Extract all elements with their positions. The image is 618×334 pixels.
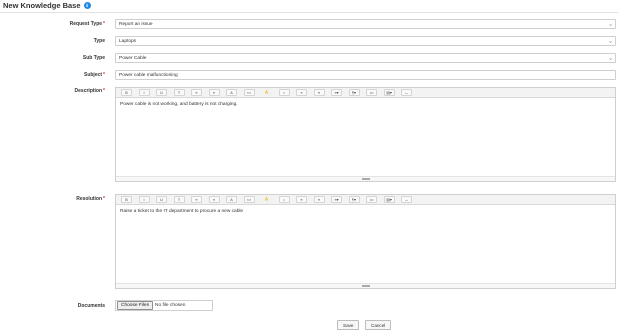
highlight-icon[interactable]: A bbox=[261, 196, 272, 203]
request-type-value: Report an issue bbox=[119, 21, 153, 27]
resize-handle[interactable] bbox=[116, 176, 615, 181]
info-icon[interactable]: i bbox=[83, 2, 91, 9]
required-marker: * bbox=[103, 21, 105, 27]
align-button[interactable]: ≡ bbox=[208, 89, 220, 96]
paragraph-dropdown-button[interactable]: ¶▾ bbox=[348, 89, 360, 96]
chevron-down-icon: ⌄ bbox=[607, 56, 613, 61]
table-dropdown-button[interactable]: ▤▾ bbox=[383, 89, 395, 96]
type-select[interactable]: Laptops ⌄ bbox=[115, 36, 616, 46]
request-type-label: Request Type* bbox=[69, 21, 105, 27]
bullet-button[interactable]: • bbox=[278, 89, 290, 96]
table-dropdown-button[interactable]: ▤▾ bbox=[383, 196, 395, 203]
chevron-down-icon: ⌄ bbox=[607, 39, 613, 44]
resolution-toolbar: B I U T ≡ ≡ A <> A • ≡ ≡ ≡▾ ¶▾ ▭ ▤▾ ↔ bbox=[116, 195, 615, 205]
file-status: No file chosen bbox=[155, 303, 186, 308]
code-button[interactable]: <> bbox=[243, 196, 255, 203]
image-button[interactable]: ▭ bbox=[366, 89, 377, 96]
font-button[interactable]: T bbox=[173, 196, 185, 203]
required-marker: * bbox=[103, 196, 105, 202]
title-divider bbox=[0, 12, 618, 13]
highlight-icon[interactable]: A bbox=[261, 89, 272, 96]
page-title-text: New Knowledge Base bbox=[3, 1, 81, 10]
align-dropdown-button[interactable]: ≡▾ bbox=[331, 196, 342, 203]
text-style-button[interactable]: A bbox=[226, 196, 237, 203]
description-toolbar: B I U T ≡ ≡ A <> A • ≡ ≡ ≡▾ ¶▾ ▭ ▤▾ ↔ bbox=[116, 88, 615, 98]
subject-label: Subject* bbox=[83, 72, 105, 78]
save-button[interactable]: Save bbox=[337, 320, 360, 330]
type-value: Laptops bbox=[119, 38, 137, 44]
required-marker: * bbox=[103, 88, 105, 94]
bold-button[interactable]: B bbox=[121, 89, 132, 96]
paragraph-dropdown-button[interactable]: ¶▾ bbox=[348, 196, 360, 203]
page-title: New Knowledge Base i bbox=[3, 1, 91, 10]
file-upload[interactable]: Choose Files No file chosen bbox=[115, 300, 213, 311]
align-dropdown-button[interactable]: ≡▾ bbox=[331, 89, 342, 96]
horizontal-rule-button[interactable]: ↔ bbox=[401, 89, 412, 96]
underline-button[interactable]: U bbox=[156, 89, 167, 96]
subject-input[interactable]: Power cable malfunctioning bbox=[115, 70, 616, 80]
choose-files-button[interactable]: Choose Files bbox=[117, 301, 153, 310]
list-button[interactable]: ≡ bbox=[296, 196, 307, 203]
code-button[interactable]: <> bbox=[243, 89, 255, 96]
required-marker: * bbox=[103, 72, 105, 78]
request-type-select[interactable]: Report an issue ⌄ bbox=[115, 19, 616, 29]
list-button[interactable]: ≡ bbox=[296, 89, 307, 96]
underline-button[interactable]: U bbox=[156, 196, 167, 203]
subject-value: Power cable malfunctioning bbox=[119, 72, 178, 78]
documents-label: Documents bbox=[77, 303, 105, 309]
description-content[interactable]: Power cable is not working, and battery … bbox=[116, 98, 615, 111]
description-label: Description* bbox=[74, 88, 105, 94]
sub-type-value: Power Cable bbox=[119, 55, 147, 61]
type-label: Type bbox=[93, 38, 105, 44]
bold-button[interactable]: B bbox=[121, 196, 132, 203]
horizontal-rule-button[interactable]: ↔ bbox=[401, 196, 412, 203]
italic-button[interactable]: I bbox=[138, 89, 150, 96]
sub-type-select[interactable]: Power Cable ⌄ bbox=[115, 53, 616, 63]
sub-type-label: Sub Type bbox=[82, 55, 105, 61]
text-style-button[interactable]: A bbox=[226, 89, 237, 96]
bullet-button[interactable]: • bbox=[278, 196, 290, 203]
image-button[interactable]: ▭ bbox=[366, 196, 377, 203]
list-button[interactable]: ≡ bbox=[313, 89, 325, 96]
list-button[interactable]: ≡ bbox=[313, 196, 325, 203]
resolution-editor[interactable]: B I U T ≡ ≡ A <> A • ≡ ≡ ≡▾ ¶▾ ▭ ▤▾ ↔ Ra… bbox=[115, 194, 616, 289]
italic-button[interactable]: I bbox=[138, 196, 150, 203]
resolution-label: Resolution* bbox=[76, 196, 105, 202]
align-button[interactable]: ≡ bbox=[191, 89, 202, 96]
align-button[interactable]: ≡ bbox=[208, 196, 220, 203]
resize-handle[interactable] bbox=[116, 283, 615, 288]
description-editor[interactable]: B I U T ≡ ≡ A <> A • ≡ ≡ ≡▾ ¶▾ ▭ ▤▾ ↔ Po… bbox=[115, 87, 616, 182]
cancel-button[interactable]: Cancel bbox=[365, 320, 392, 330]
chevron-down-icon: ⌄ bbox=[607, 22, 613, 27]
font-button[interactable]: T bbox=[173, 89, 185, 96]
resolution-content[interactable]: Raise a ticket to the IT department to p… bbox=[116, 205, 615, 218]
align-button[interactable]: ≡ bbox=[191, 196, 202, 203]
